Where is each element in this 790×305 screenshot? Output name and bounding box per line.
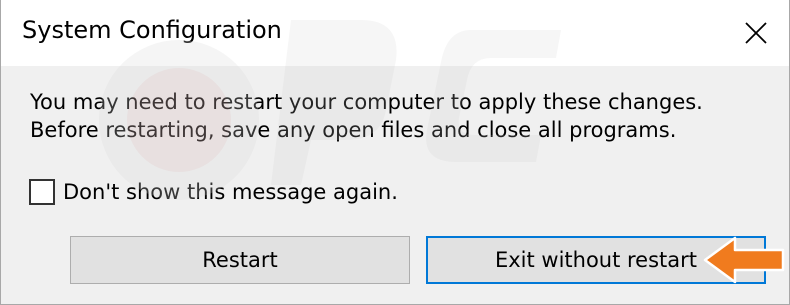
close-button[interactable] bbox=[723, 0, 789, 66]
title-bar: System Configuration bbox=[1, 0, 789, 66]
dont-show-again-row[interactable]: Don't show this message again. bbox=[29, 179, 398, 205]
message-line-2: Before restarting, save any open files a… bbox=[30, 118, 677, 142]
message-text: You may need to restart your computer to… bbox=[30, 88, 703, 144]
close-icon bbox=[745, 22, 767, 44]
system-configuration-dialog: System Configuration You may need to res… bbox=[0, 0, 790, 305]
dialog-body: You may need to restart your computer to… bbox=[1, 66, 789, 304]
restart-button[interactable]: Restart bbox=[70, 236, 410, 284]
dont-show-again-label[interactable]: Don't show this message again. bbox=[63, 180, 398, 204]
message-line-1: You may need to restart your computer to… bbox=[30, 90, 703, 114]
window-title: System Configuration bbox=[22, 16, 282, 44]
dont-show-again-checkbox[interactable] bbox=[29, 179, 55, 205]
orange-arrow-icon bbox=[703, 236, 785, 284]
